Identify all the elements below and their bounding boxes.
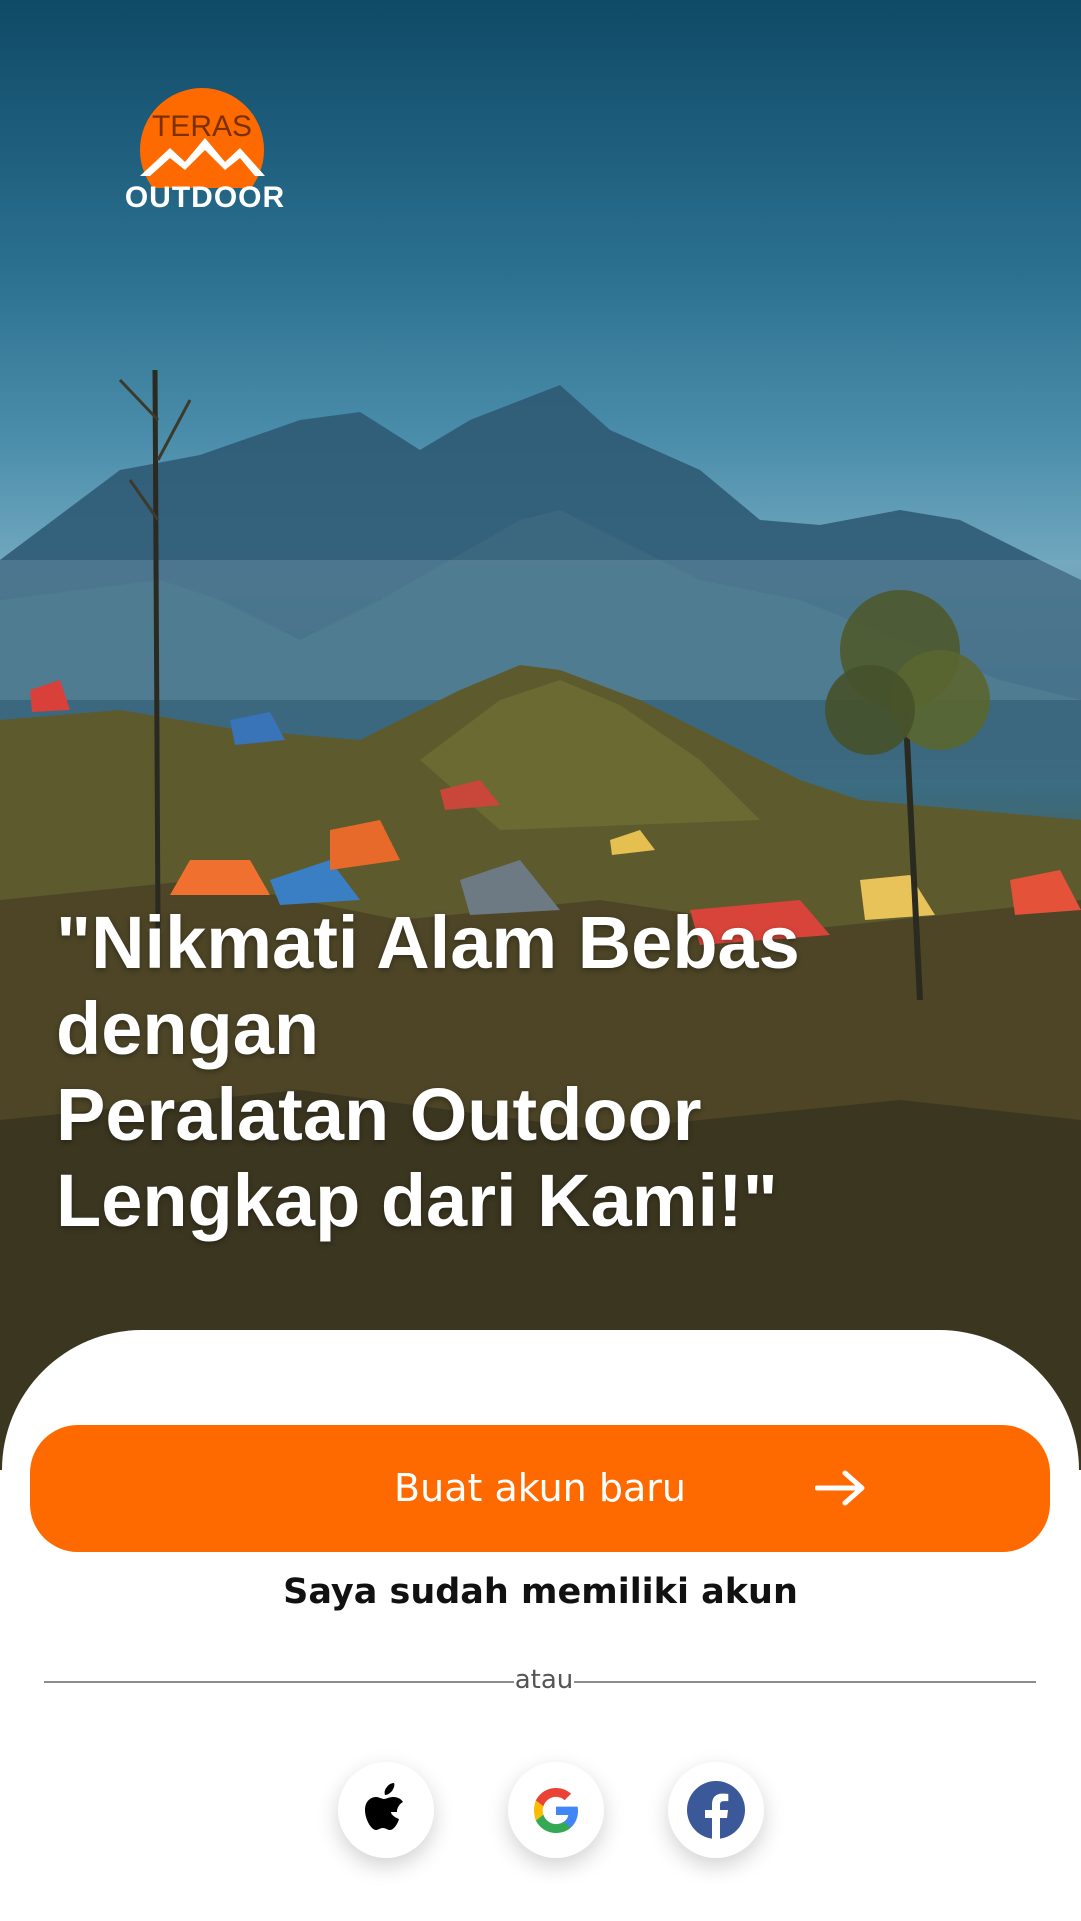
apple-icon <box>365 1783 403 1830</box>
divider-line-left <box>44 1681 514 1683</box>
arrow-right-icon <box>815 1470 865 1506</box>
logo-top-text: TERAS <box>152 110 252 143</box>
mountain-landscape-image <box>0 369 1081 1470</box>
login-link[interactable]: Saya sudah memiliki akun <box>0 1572 1081 1612</box>
divider-line-right <box>574 1681 1036 1683</box>
google-login-button[interactable] <box>508 1762 604 1858</box>
hero-background: TERAS OUTDOOR "Nikmati Alam Bebas dengan… <box>0 0 1081 1470</box>
create-account-button[interactable]: Buat akun baru <box>30 1425 1050 1552</box>
teras-outdoor-logo: TERAS OUTDOOR <box>105 78 305 218</box>
divider: atau <box>44 1660 1036 1700</box>
create-account-label: Buat akun baru <box>394 1466 686 1510</box>
apple-login-button[interactable] <box>338 1762 434 1858</box>
facebook-login-button[interactable] <box>668 1762 764 1858</box>
logo-emblem-icon: TERAS <box>140 88 265 188</box>
logo-bottom-text: OUTDOOR <box>124 181 286 214</box>
divider-label: atau <box>514 1665 574 1695</box>
hero-tagline: "Nikmati Alam Bebas dengan Peralatan Out… <box>56 901 800 1242</box>
facebook-icon <box>687 1781 745 1839</box>
google-icon <box>534 1788 578 1833</box>
